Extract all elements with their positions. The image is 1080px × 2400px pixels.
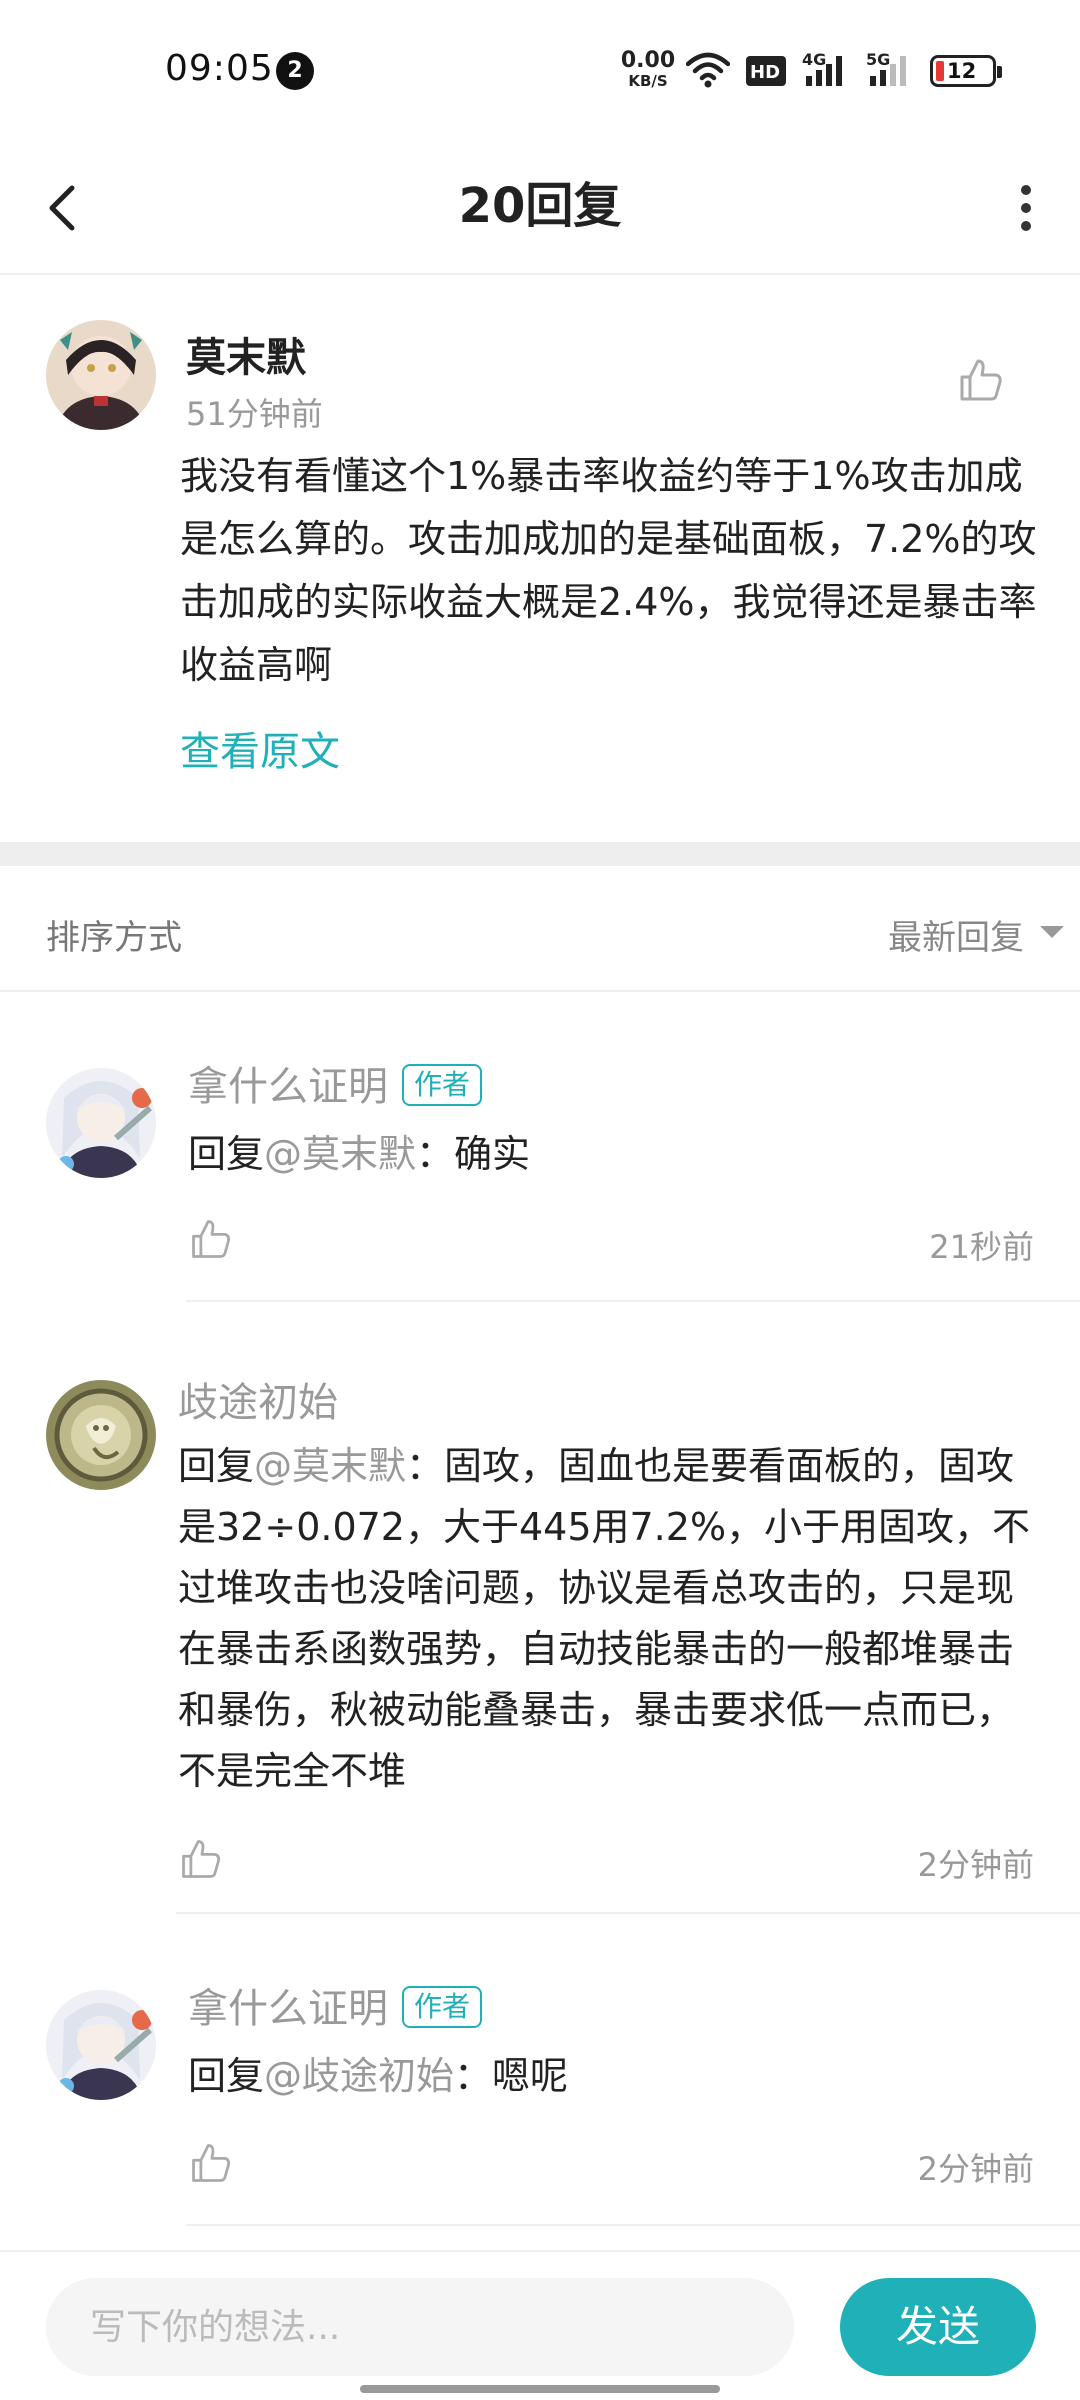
- more-vertical-icon: [1021, 185, 1031, 231]
- thumbs-up-icon: [192, 2144, 231, 2182]
- like-button[interactable]: [188, 1216, 234, 1262]
- status-time: 09:05: [165, 48, 274, 89]
- mention-link[interactable]: @歧途初始: [264, 2054, 454, 2098]
- page-title: 20回复: [458, 178, 622, 234]
- author-badge: 作者: [402, 1986, 483, 2028]
- thumbs-up-icon: [182, 1840, 221, 1878]
- more-options-button[interactable]: [986, 168, 1066, 248]
- post-author-name[interactable]: 莫末默: [186, 325, 306, 383]
- avatar[interactable]: [46, 1990, 156, 2100]
- status-bar: 09:05 2 0.00 KB/S HD 4G 5G 12: [0, 0, 1080, 140]
- reply-author: 拿什么证明 作者: [188, 1054, 483, 1112]
- hd-label: HD: [750, 62, 780, 83]
- battery-level: 12: [947, 59, 977, 83]
- reply-content: 回复@莫末默：确实: [188, 1124, 1038, 1185]
- reply-item: 拿什么证明 作者 回复@莫末默：确实 21秒前: [0, 994, 1080, 1304]
- reply-item: 歧途初始 回复@莫末默：固攻，固血也是要看面板的，固攻是32÷0.072，大于4…: [0, 1306, 1080, 1916]
- app-header: 20回复: [0, 140, 1080, 275]
- reply-item: 拿什么证明 作者 回复@歧途初始：嗯呢 2分钟前: [0, 1918, 1080, 2228]
- reply-timestamp: 2分钟前: [917, 2150, 1034, 2188]
- reply-timestamp: 2分钟前: [917, 1846, 1034, 1884]
- reply-author-name[interactable]: 拿什么证明: [188, 1064, 388, 1110]
- send-button[interactable]: 发送: [840, 2278, 1036, 2376]
- avatar[interactable]: [46, 1068, 156, 1178]
- reply-text: ：固攻，固血也是要看面板的，固攻是32÷0.072，大于445用7.2%，小于用…: [178, 1444, 1031, 1793]
- user-avatar-icon: [46, 1380, 156, 1490]
- reply-author-name[interactable]: 歧途初始: [178, 1380, 338, 1426]
- network-speed-unit: KB/S: [628, 72, 668, 90]
- like-button[interactable]: [178, 1836, 224, 1882]
- comment-composer: 发送: [0, 2250, 1080, 2400]
- avatar[interactable]: [46, 320, 156, 430]
- sort-bar: 排序方式 最新回复: [0, 866, 1080, 992]
- home-indicator[interactable]: [360, 2385, 720, 2393]
- author-badge: 作者: [402, 1064, 483, 1106]
- reply-author: 拿什么证明 作者: [188, 1976, 483, 2034]
- signal-4g-icon: 4G: [802, 50, 852, 90]
- wifi-icon: [686, 52, 730, 88]
- signal-5g-icon: 5G: [866, 50, 916, 90]
- reply-prefix: 回复: [178, 1444, 255, 1488]
- like-button[interactable]: [188, 2140, 234, 2186]
- divider: [186, 2224, 1080, 2226]
- network-speed-value: 0.00: [620, 48, 676, 73]
- divider: [176, 1912, 1080, 1914]
- original-comment: 莫末默 51分钟前 我没有看懂这个1%暴击率收益约等于1%攻击加成是怎么算的。攻…: [0, 277, 1080, 842]
- hd-icon: HD: [746, 56, 786, 86]
- avatar[interactable]: [46, 1380, 156, 1490]
- user-avatar-icon: [46, 320, 156, 430]
- reply-text: ：确实: [416, 1132, 531, 1176]
- battery-cap: [997, 66, 1002, 78]
- network-speed: 0.00 KB/S: [620, 50, 676, 89]
- divider: [186, 1300, 1080, 1302]
- reply-content: 回复@歧途初始：嗯呢: [188, 2046, 1038, 2107]
- comment-input[interactable]: [46, 2278, 794, 2376]
- post-timestamp: 51分钟前: [186, 395, 323, 433]
- sort-label: 排序方式: [46, 918, 182, 958]
- reply-prefix: 回复: [188, 1132, 265, 1176]
- reply-author: 歧途初始: [178, 1370, 338, 1428]
- user-avatar-icon: [46, 1990, 156, 2100]
- reply-timestamp: 21秒前: [929, 1228, 1034, 1266]
- thumbs-up-icon: [960, 359, 1002, 401]
- notification-badge: 2: [276, 52, 314, 90]
- user-avatar-icon: [46, 1068, 156, 1178]
- battery-fill: [936, 61, 944, 81]
- reply-prefix: 回复: [188, 2054, 265, 2098]
- thumbs-up-icon: [192, 1220, 231, 1258]
- like-button[interactable]: [956, 355, 1006, 405]
- view-original-link[interactable]: 查看原文: [180, 719, 340, 777]
- reply-text: ：嗯呢: [454, 2054, 569, 2098]
- mention-link[interactable]: @莫末默: [264, 1132, 416, 1176]
- sort-dropdown[interactable]: 最新回复: [888, 910, 1024, 959]
- post-content: 我没有看懂这个1%暴击率收益约等于1%攻击加成是怎么算的。攻击加成加的是基础面板…: [180, 454, 1037, 687]
- reply-content: 回复@莫末默：固攻，固血也是要看面板的，固攻是32÷0.072，大于445用7.…: [178, 1436, 1038, 1802]
- battery-icon: 12: [930, 55, 1002, 87]
- section-divider: [0, 842, 1080, 866]
- caret-down-icon[interactable]: [1040, 926, 1064, 938]
- mention-link[interactable]: @莫末默: [254, 1444, 406, 1488]
- reply-author-name[interactable]: 拿什么证明: [188, 1986, 388, 2032]
